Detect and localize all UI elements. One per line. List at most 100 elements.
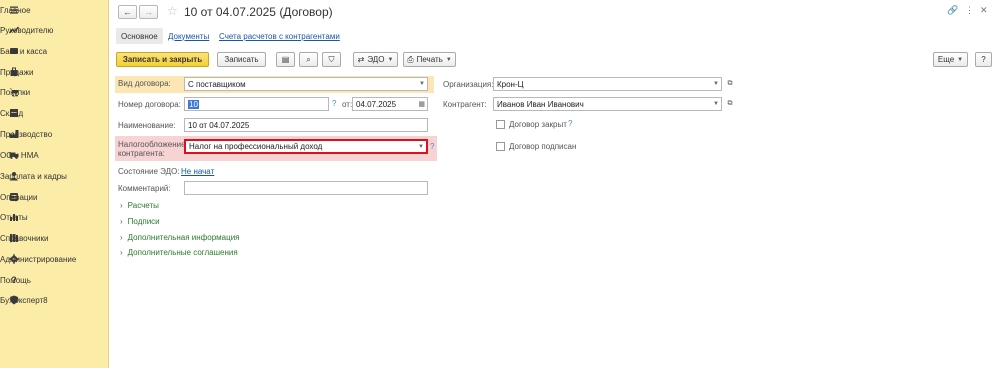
group-label: Дополнительная информация [127, 233, 240, 242]
counterparty-label: Контрагент: [443, 100, 487, 109]
help-icon[interactable]: ? [332, 99, 336, 108]
group-additional-agreements[interactable]: › Дополнительные соглашения [120, 248, 238, 257]
sidebar-item-label: Банк и касса [0, 46, 48, 56]
save-button[interactable]: Записать [217, 52, 266, 67]
open-icon[interactable]: ⧉ [725, 99, 735, 109]
date-field[interactable]: 04.07.2025 ▦ [352, 97, 428, 111]
calendar-icon[interactable]: ▦ [418, 100, 425, 108]
star-icon[interactable]: ☆ [167, 4, 178, 18]
comment-label: Комментарий: [118, 184, 171, 193]
sidebar-item-references[interactable]: Справочники [0, 228, 109, 248]
contract-signed-label: Договор подписан [509, 142, 577, 151]
group-signatures[interactable]: › Подписи [120, 217, 160, 226]
org-value: Крон-Ц [497, 79, 524, 89]
edo-state-link[interactable]: Не начат [181, 167, 214, 176]
tax-label-line1: Налогообложение [118, 140, 186, 149]
contract-closed-label: Договор закрыт [509, 120, 567, 129]
sidebar-item-warehouse[interactable]: Склад [0, 103, 109, 123]
sidebar-item-admin[interactable]: Администрирование [0, 249, 109, 269]
save-close-button[interactable]: Записать и закрыть [116, 52, 209, 67]
number-label: Номер договора: [118, 100, 181, 109]
tab-settlement-accounts[interactable]: Счета расчетов с контрагентами [219, 28, 340, 44]
counterparty-select[interactable]: Иванов Иван Иванович ▼ [493, 97, 722, 111]
sidebar-item-label: Производство [0, 129, 53, 139]
sidebar-item-label: Руководителю [0, 25, 54, 35]
link-icon[interactable]: 🔗 [947, 5, 958, 16]
sidebar-item-operations[interactable]: Операции [0, 187, 109, 207]
chevron-down-icon[interactable]: ▼ [418, 144, 424, 150]
date-value: 04.07.2025 [356, 99, 397, 109]
sidebar-item-sales[interactable]: Продажи [0, 62, 109, 82]
printer-icon: ⎙ [407, 54, 414, 64]
print-label: Печать [416, 55, 443, 64]
chevron-down-icon: ▼ [387, 56, 394, 63]
document-icon: ▤ [281, 55, 290, 64]
chevron-down-icon[interactable]: ▼ [713, 81, 719, 87]
shield-button[interactable]: ⛉ [322, 52, 341, 67]
group-label: Подписи [127, 217, 160, 226]
number-value: 10 [188, 99, 199, 109]
group-settlements[interactable]: › Расчеты [120, 201, 159, 210]
comment-field[interactable] [184, 181, 428, 195]
sidebar-item-label: Склад [0, 108, 24, 118]
chevron-down-icon[interactable]: ▼ [419, 81, 425, 87]
edo-button[interactable]: ⇄ ЭДО ▼ [353, 52, 398, 67]
more-vert-icon[interactable]: ⋮ [965, 5, 974, 16]
edo-state-label: Состояние ЭДО: [118, 167, 180, 176]
sidebar-item-reports[interactable]: Отчеты [0, 207, 109, 227]
group-additional-info[interactable]: › Дополнительная информация [120, 233, 240, 242]
name-value: 10 от 04.07.2025 [188, 120, 250, 130]
sidebar-item-bank[interactable]: Банк и касса [0, 41, 109, 61]
forward-button[interactable]: → [139, 5, 158, 19]
more-label: Еще [937, 55, 955, 64]
more-button[interactable]: Еще ▼ [933, 52, 968, 67]
sidebar-item-purchases[interactable]: Покупки [0, 82, 109, 102]
contract-type-value: С поставщиком [188, 79, 246, 89]
back-button[interactable]: ← [118, 5, 137, 19]
arrow-right-icon: → [144, 7, 153, 17]
chevron-down-icon: ▼ [957, 56, 964, 63]
name-label: Наименование: [118, 121, 176, 130]
edo-icon: ⇄ [357, 55, 365, 64]
help-icon[interactable]: ? [430, 142, 434, 151]
tax-select[interactable]: Налог на профессиональный доход ▼ [184, 139, 428, 154]
sidebar-item-manager[interactable]: Руководителю [0, 20, 109, 40]
chevron-down-icon: ▼ [445, 56, 452, 63]
sidebar-item-help[interactable]: ? Помощь [0, 270, 109, 290]
contract-type-label: Вид договора: [118, 79, 171, 88]
journal-button[interactable]: ▤ [276, 52, 295, 67]
tax-value: Налог на профессиональный доход [189, 142, 323, 151]
contract-closed-checkbox[interactable] [496, 120, 505, 129]
chevron-down-icon[interactable]: ▼ [713, 101, 719, 107]
sidebar-item-production[interactable]: Производство [0, 124, 109, 144]
org-label: Организация: [443, 80, 494, 89]
sidebar-item-buhexpert[interactable]: БухЭксперт8 [0, 290, 109, 310]
page-title: 10 от 04.07.2025 (Договор) [184, 5, 333, 19]
open-icon[interactable]: ⧉ [725, 79, 735, 89]
contract-type-select[interactable]: С поставщиком ▼ [184, 77, 428, 91]
tab-main[interactable]: Основное [116, 28, 163, 44]
arrow-left-icon: ← [123, 7, 132, 17]
help-icon[interactable]: ? [568, 119, 572, 128]
sidebar-item-label: Зарплата и кадры [0, 171, 67, 181]
chevron-right-icon: › [120, 217, 123, 226]
tax-label-line2: контрагента: [118, 149, 165, 158]
help-button[interactable]: ? [975, 52, 992, 67]
sidebar-item-salary[interactable]: Зарплата и кадры [0, 166, 109, 186]
chevron-right-icon: › [120, 201, 123, 210]
attach-button[interactable]: ⌕ [299, 52, 318, 67]
print-button[interactable]: ⎙ Печать ▼ [403, 52, 456, 67]
counterparty-value: Иванов Иван Иванович [497, 99, 584, 109]
sidebar-item-label: Покупки [0, 87, 31, 97]
sidebar-item-label: Помощь [0, 275, 31, 285]
name-field[interactable]: 10 от 04.07.2025 [184, 118, 428, 132]
sidebar-item-main[interactable]: Главное [0, 0, 109, 20]
close-icon[interactable]: ✕ [980, 5, 988, 16]
tab-documents[interactable]: Документы [168, 28, 209, 44]
chevron-right-icon: › [120, 233, 123, 242]
org-select[interactable]: Крон-Ц ▼ [493, 77, 722, 91]
number-field[interactable]: 10 [184, 97, 329, 111]
contract-signed-checkbox[interactable] [496, 142, 505, 151]
sidebar-item-assets[interactable]: ОС и НМА [0, 145, 109, 165]
sidebar-item-label: Отчеты [0, 212, 28, 222]
